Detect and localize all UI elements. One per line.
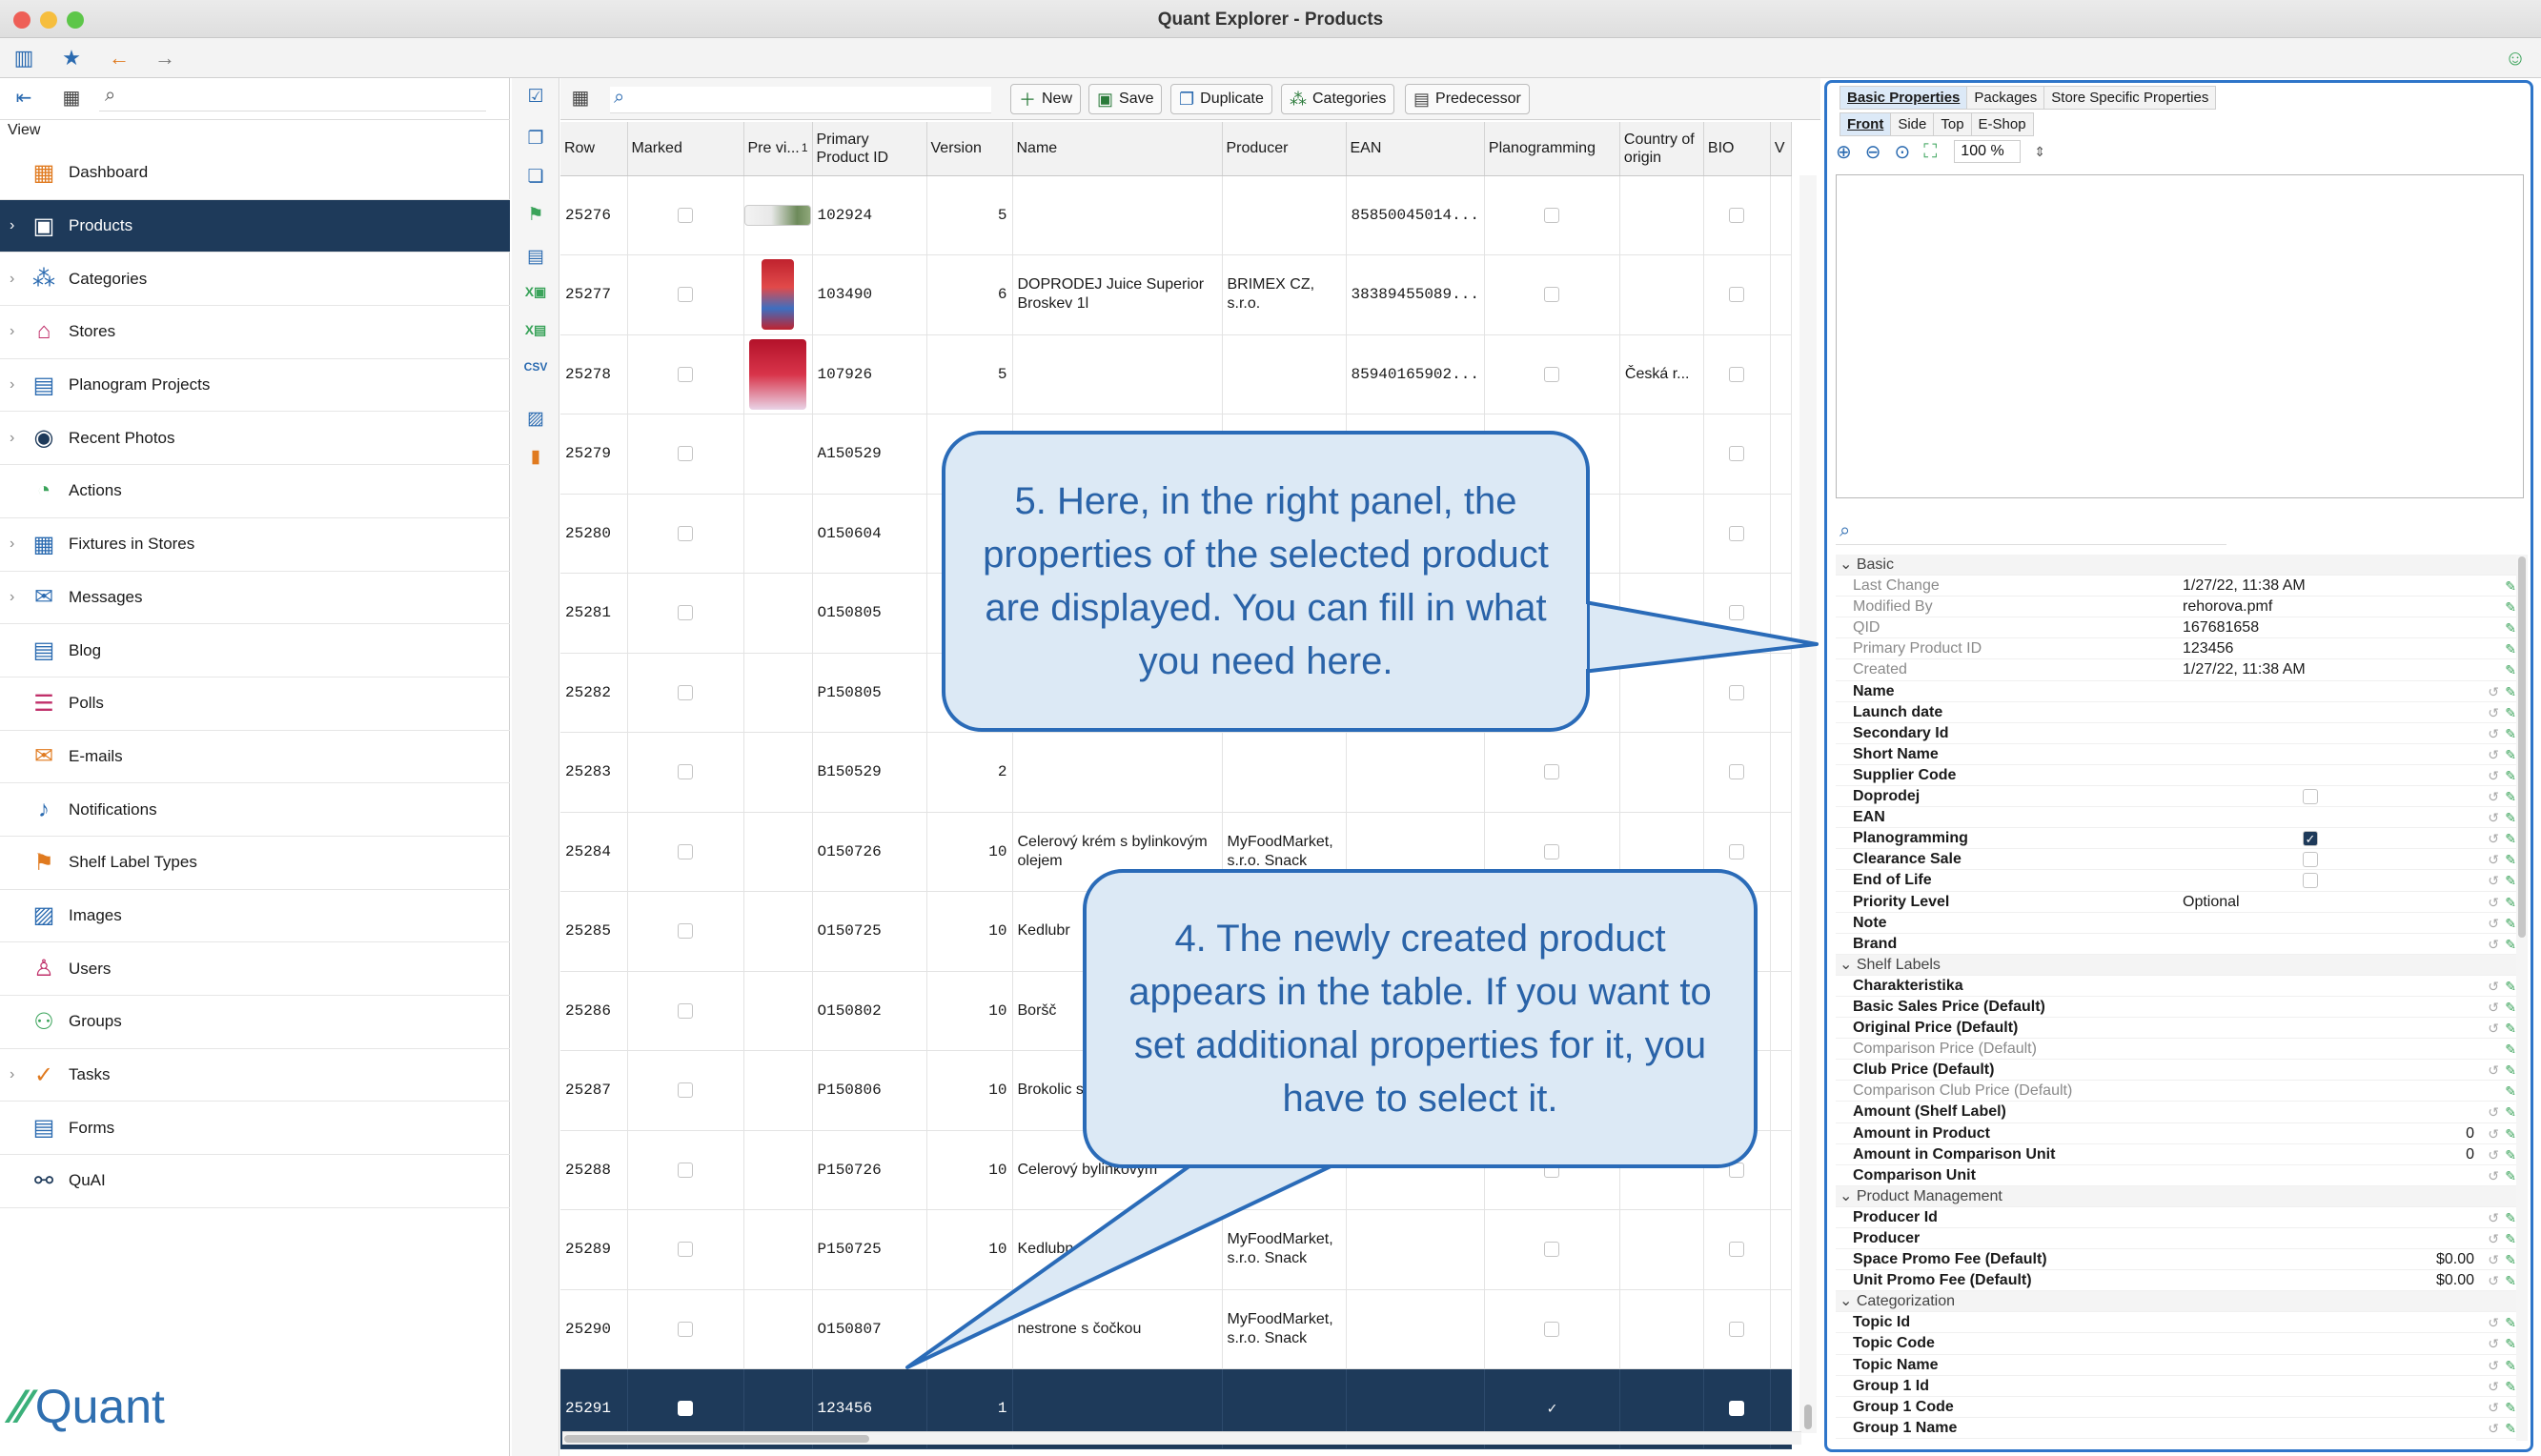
callout-4-text: 4. The newly created product appears in … xyxy=(1128,918,1712,1120)
callout-5-tail xyxy=(1573,598,1819,675)
callout-5-text: 5. Here, in the right panel, the propert… xyxy=(983,480,1549,682)
callout-4: 4. The newly created product appears in … xyxy=(1083,869,1758,1168)
callout-4-tail xyxy=(905,1149,1365,1369)
callout-5: 5. Here, in the right panel, the propert… xyxy=(942,431,1590,732)
app-window: Quant Explorer - Products ▥ ★ ← → ☺ ⇤ ▦ … xyxy=(0,0,2541,1456)
